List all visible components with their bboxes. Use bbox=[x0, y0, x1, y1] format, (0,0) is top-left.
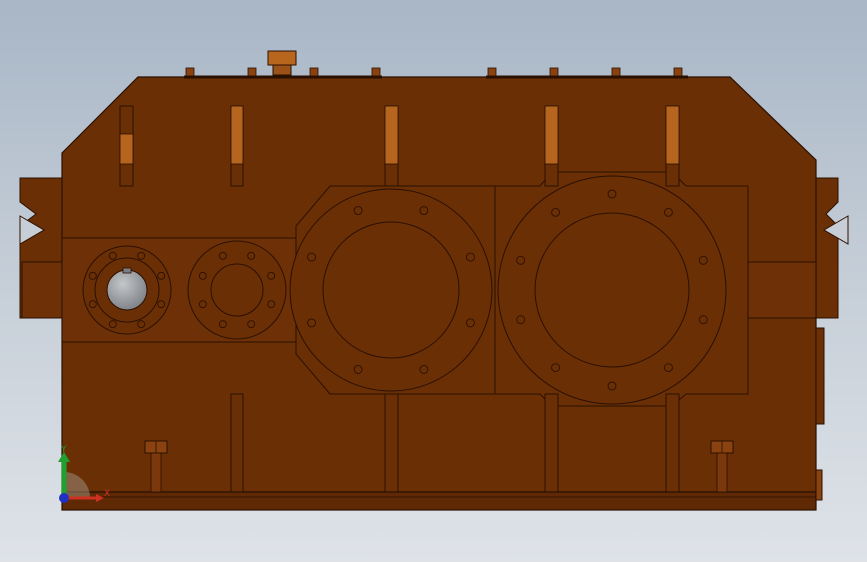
triad-z-axis bbox=[59, 493, 69, 503]
left-side-flange bbox=[21, 261, 63, 319]
breather-neck bbox=[272, 64, 292, 76]
input-shaft[interactable] bbox=[106, 269, 148, 311]
graphics-viewport[interactable]: Y X bbox=[0, 0, 867, 562]
output-bearing-bore bbox=[534, 212, 690, 368]
rib-lower-1 bbox=[384, 393, 399, 493]
base-foot bbox=[61, 491, 817, 511]
right-lifting-lug bbox=[815, 177, 839, 319]
breather-cap[interactable] bbox=[267, 50, 297, 66]
rib-highlight-2 bbox=[384, 105, 399, 165]
rib-highlight-1 bbox=[230, 105, 244, 165]
top-cover-bolts bbox=[185, 67, 683, 77]
rib-lower-2 bbox=[544, 393, 559, 493]
rib-lower-0 bbox=[230, 393, 244, 493]
drain-plug[interactable] bbox=[815, 469, 823, 501]
top-bolt-3 bbox=[371, 67, 381, 77]
rib-highlight-3 bbox=[544, 105, 559, 165]
rib-lower-3 bbox=[665, 393, 680, 493]
top-bolt-6 bbox=[611, 67, 621, 77]
top-bolt-5 bbox=[549, 67, 559, 77]
triad-x-label: X bbox=[104, 489, 110, 499]
top-bolt-4 bbox=[487, 67, 497, 77]
shaft-keyway bbox=[122, 267, 132, 274]
top-bolt-0 bbox=[185, 67, 195, 77]
second-bearing-bore bbox=[210, 263, 264, 317]
top-bolt-7 bbox=[673, 67, 683, 77]
right-side-flange bbox=[747, 261, 817, 319]
rib-highlight-4 bbox=[665, 105, 680, 165]
rib-highlight-0 bbox=[119, 133, 134, 165]
gearbox-model[interactable]: Y X bbox=[0, 0, 867, 562]
top-bolt-1 bbox=[247, 67, 257, 77]
oil-sight-glass[interactable] bbox=[815, 327, 825, 425]
top-bolt-2 bbox=[309, 67, 319, 77]
third-bearing-bore bbox=[322, 221, 460, 359]
triad-y-label: Y bbox=[60, 445, 67, 455]
